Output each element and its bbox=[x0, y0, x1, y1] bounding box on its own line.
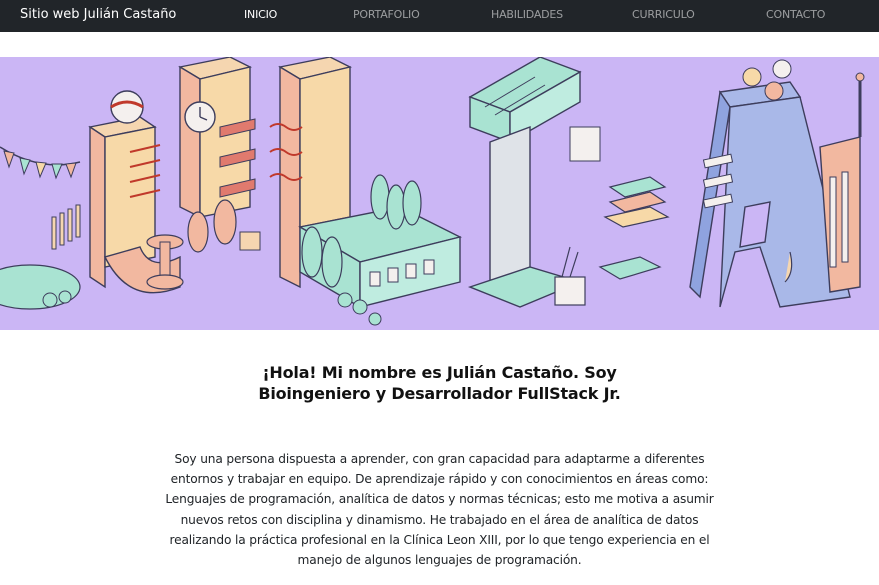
nav-link-portafolio[interactable]: PORTAFOLIO bbox=[353, 8, 420, 22]
nav-link-inicio[interactable]: INICIO bbox=[244, 8, 277, 22]
intro-section: ¡Hola! Mi nombre es Julián Castaño. Soy … bbox=[0, 362, 879, 570]
intro-headline: ¡Hola! Mi nombre es Julián Castaño. Soy … bbox=[258, 363, 621, 403]
top-navbar: Sitio web Julián Castaño INICIO PORTAFOL… bbox=[0, 0, 879, 32]
hero-illustration bbox=[0, 57, 879, 330]
intro-bio-paragraph: Soy una persona dispuesta a aprender, co… bbox=[165, 452, 714, 568]
hero-banner bbox=[0, 57, 879, 330]
nav-link-curriculo[interactable]: CURRICULO bbox=[632, 8, 695, 22]
site-brand-link[interactable]: Sitio web Julián Castaño bbox=[20, 6, 176, 24]
nav-link-contacto[interactable]: CONTACTO bbox=[766, 8, 825, 22]
nav-link-habilidades[interactable]: HABILIDADES bbox=[491, 8, 563, 22]
